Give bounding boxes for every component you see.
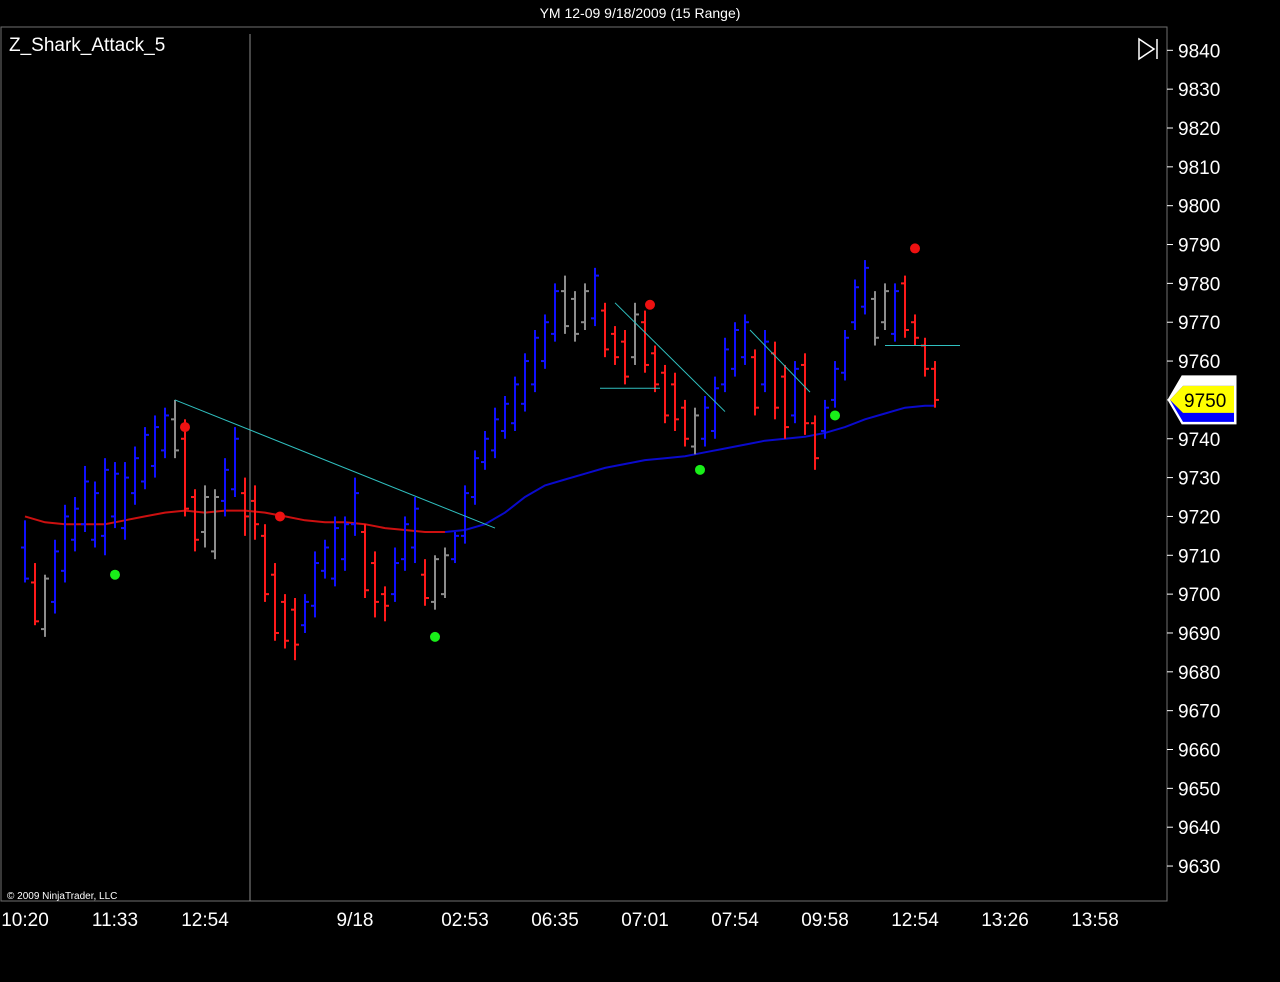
indicator-label: Z_Shark_Attack_5 bbox=[9, 35, 165, 56]
sell-signal-dot bbox=[180, 422, 190, 433]
price-tick-label: 9650 bbox=[1178, 779, 1220, 800]
sell-signal-dot bbox=[275, 511, 285, 522]
time-tick-label: 9/18 bbox=[337, 910, 374, 931]
window-title: YM 12-09 9/18/2009 (15 Range) bbox=[539, 5, 741, 21]
time-tick-label: 13:58 bbox=[1071, 910, 1119, 931]
time-tick-label: 09:58 bbox=[801, 910, 849, 931]
price-tick-label: 9730 bbox=[1178, 469, 1220, 490]
price-tick-label: 9820 bbox=[1178, 119, 1220, 140]
price-tick-label: 9710 bbox=[1178, 546, 1220, 567]
time-tick-label: 13:26 bbox=[981, 910, 1029, 931]
time-tick-label: 10:20 bbox=[1, 910, 49, 931]
time-tick-label: 11:33 bbox=[92, 910, 138, 931]
price-tick-label: 9660 bbox=[1178, 741, 1220, 762]
time-tick-label: 07:01 bbox=[621, 910, 669, 931]
price-tick-label: 9770 bbox=[1178, 313, 1220, 334]
price-tick-label: 9740 bbox=[1178, 430, 1220, 451]
buy-signal-dot bbox=[430, 631, 440, 642]
price-tick-label: 9670 bbox=[1178, 702, 1220, 723]
price-tick-label: 9810 bbox=[1178, 158, 1220, 179]
copyright-text: © 2009 NinjaTrader, LLC bbox=[7, 891, 117, 902]
price-tick-label: 9800 bbox=[1178, 197, 1220, 218]
price-tick-label: 9700 bbox=[1178, 585, 1220, 606]
price-tick-label: 9680 bbox=[1178, 663, 1220, 684]
buy-signal-dot bbox=[110, 569, 120, 580]
last-price-value: 9750 bbox=[1184, 391, 1226, 412]
price-tick-label: 9780 bbox=[1178, 274, 1220, 295]
price-tick-label: 9690 bbox=[1178, 624, 1220, 645]
time-tick-label: 07:54 bbox=[711, 910, 759, 931]
buy-signal-dot bbox=[830, 410, 840, 421]
price-tick-label: 9640 bbox=[1178, 818, 1220, 839]
buy-signal-dot bbox=[695, 464, 705, 475]
chart-background bbox=[0, 26, 1280, 982]
time-tick-label: 12:54 bbox=[181, 910, 229, 931]
sell-signal-dot bbox=[910, 243, 920, 254]
price-tick-label: 9720 bbox=[1178, 507, 1220, 528]
price-tick-label: 9790 bbox=[1178, 236, 1220, 257]
chart-panel[interactable]: 9840 9830 9820 9810 9800 9790 9780 9770 9760 9750… bbox=[0, 26, 1280, 982]
skip-to-end-icon[interactable] bbox=[1134, 36, 1162, 61]
price-tick-label: 9840 bbox=[1178, 41, 1220, 62]
time-tick-label: 02:53 bbox=[441, 910, 489, 931]
price-tick-label: 9830 bbox=[1178, 80, 1220, 101]
time-tick-label: 06:35 bbox=[531, 910, 579, 931]
last-price-tag: 9750 bbox=[1167, 375, 1237, 425]
price-tick-label: 9760 bbox=[1178, 352, 1220, 373]
sell-signal-dot bbox=[645, 299, 655, 310]
time-tick-label: 12:54 bbox=[891, 910, 939, 931]
price-chart[interactable]: 9840 9830 9820 9810 9800 9790 9780 9770 9760 9750… bbox=[0, 26, 1280, 982]
price-tick-label: 9630 bbox=[1178, 857, 1220, 878]
